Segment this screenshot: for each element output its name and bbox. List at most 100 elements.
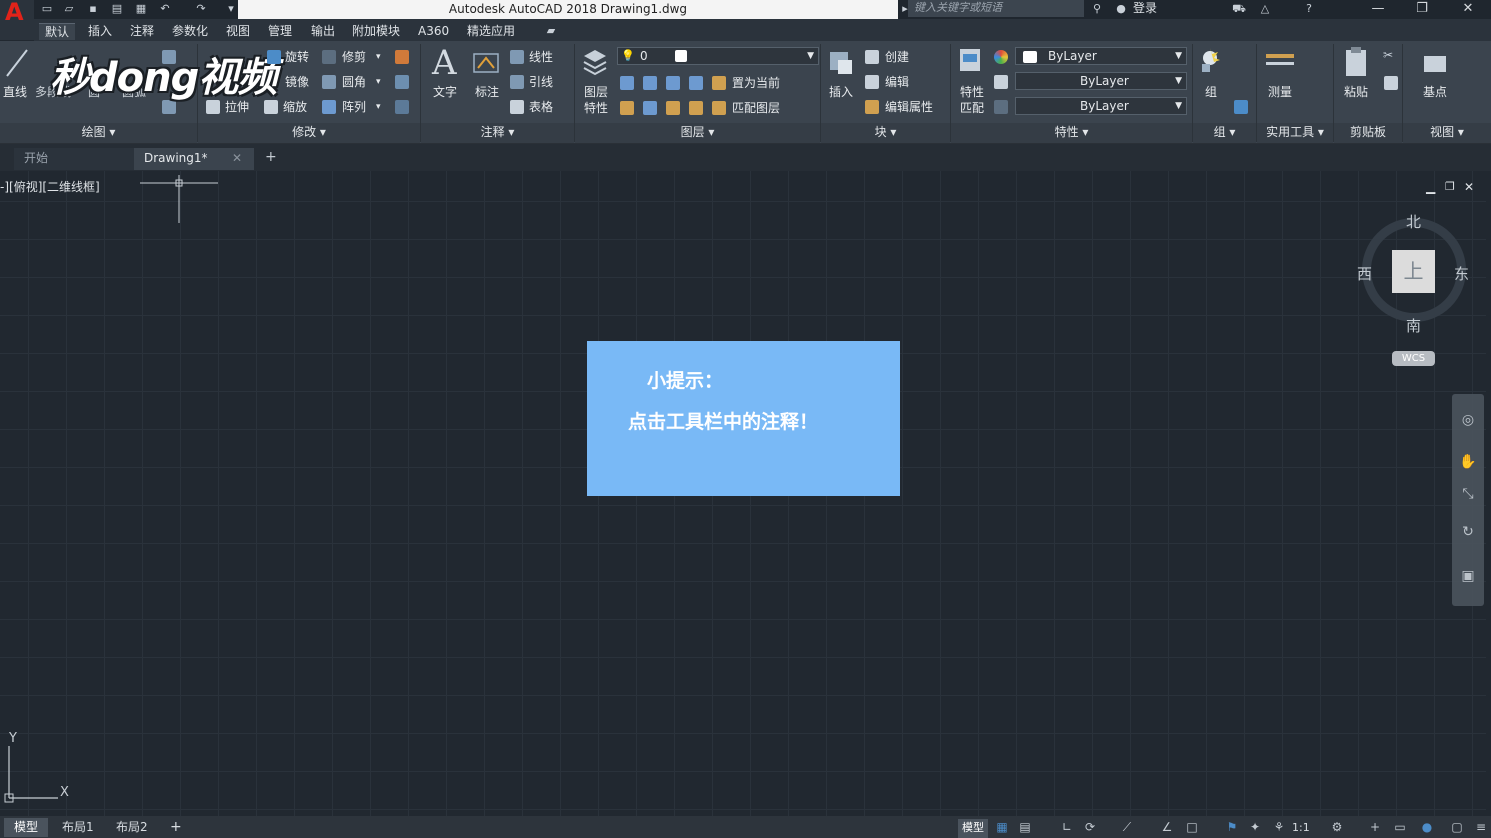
customize-qat-icon[interactable]: ▾	[224, 2, 238, 15]
layer-tool-icon[interactable]	[689, 76, 703, 90]
trim-icon[interactable]	[322, 50, 336, 64]
viewport-restore-icon[interactable]: ❐	[1445, 180, 1455, 194]
lineweight-icon[interactable]	[994, 75, 1008, 89]
compass-south[interactable]: 南	[1406, 315, 1421, 336]
isodraft-icon[interactable]: ⟋	[1120, 820, 1134, 834]
lineweight-dropdown[interactable]: ByLayer ▼	[1015, 97, 1187, 115]
zoom-extents-icon[interactable]: ⤡	[1459, 486, 1477, 504]
search-input[interactable]: 键入关键字或短语	[908, 0, 1084, 17]
insert-label[interactable]: 插入	[829, 85, 853, 99]
text-label[interactable]: 文字	[433, 85, 457, 99]
tab-view[interactable]: 视图	[226, 23, 250, 39]
group-label[interactable]: 组	[1205, 85, 1217, 99]
tab-insert[interactable]: 插入	[88, 23, 112, 39]
auto-scale-icon[interactable]: ✦	[1248, 820, 1262, 834]
copy-clip-icon[interactable]	[1384, 76, 1398, 90]
group-icon[interactable]	[1198, 46, 1228, 78]
group-select-icon[interactable]	[1234, 100, 1248, 114]
dimension-label[interactable]: 标注	[475, 85, 499, 99]
layer-properties-icon[interactable]	[580, 46, 610, 78]
paste-label[interactable]: 粘贴	[1344, 85, 1368, 99]
compass-east[interactable]: 东	[1454, 263, 1469, 284]
leader-icon[interactable]	[510, 75, 524, 89]
array-label[interactable]: 阵列	[342, 100, 366, 114]
maximize-button[interactable]: ❐	[1400, 0, 1444, 19]
match-properties-label-line2[interactable]: 匹配	[960, 101, 984, 115]
tab-model[interactable]: 模型	[4, 818, 49, 837]
snap-icon[interactable]: ▤	[1018, 820, 1032, 834]
panel-footer-annotation[interactable]: 注释 ▾	[421, 123, 574, 143]
fullscreen-icon[interactable]: ▢	[1450, 820, 1464, 834]
linetype-dropdown[interactable]: ByLayer ▼	[1015, 72, 1187, 90]
viewport-close-icon[interactable]: ✕	[1464, 180, 1474, 194]
wcs-menu[interactable]: WCS	[1392, 351, 1435, 366]
save-as-icon[interactable]: ▤	[110, 2, 124, 15]
linear-dim-icon[interactable]	[510, 50, 524, 64]
line-tool-icon[interactable]	[4, 46, 30, 80]
tab-layout1[interactable]: 布局1	[52, 818, 104, 837]
add-layout-icon[interactable]: +	[160, 818, 192, 837]
offset-icon[interactable]	[395, 100, 409, 114]
close-tab-icon[interactable]: ✕	[232, 151, 242, 165]
stretch-label[interactable]: 拉伸	[225, 100, 249, 114]
base-view-icon[interactable]	[1422, 50, 1450, 76]
save-icon[interactable]: ▪	[86, 2, 100, 15]
video-icon[interactable]: ▰	[544, 24, 558, 37]
customization-menu-icon[interactable]: ≡	[1474, 820, 1488, 834]
layer-tool-icon[interactable]	[689, 101, 703, 115]
panel-footer-groups[interactable]: 组 ▾	[1193, 123, 1256, 143]
create-label[interactable]: 创建	[885, 50, 909, 64]
table-label[interactable]: 表格	[529, 100, 553, 114]
annotation-scale-value[interactable]: 1:1	[1290, 819, 1312, 838]
panel-footer-view[interactable]: 视图 ▾	[1403, 123, 1491, 143]
layer-tool-icon[interactable]	[666, 101, 680, 115]
scale-label[interactable]: 缩放	[283, 100, 307, 114]
match-layer-icon[interactable]	[712, 101, 726, 115]
panel-footer-utilities[interactable]: 实用工具 ▾	[1257, 123, 1333, 143]
layer-properties-label-line1[interactable]: 图层	[584, 85, 608, 99]
viewport-minimize-icon[interactable]: ▁	[1426, 180, 1435, 194]
scale-icon[interactable]	[264, 100, 278, 114]
edit-block-icon[interactable]	[865, 75, 879, 89]
open-file-icon[interactable]: ▱	[62, 2, 76, 15]
array-icon[interactable]	[322, 100, 336, 114]
object-snap-tracking-icon[interactable]: ∠	[1160, 820, 1174, 834]
layer-tool-icon[interactable]	[643, 76, 657, 90]
annotation-monitor-icon[interactable]: +	[1368, 820, 1382, 834]
match-layer-label[interactable]: 匹配图层	[732, 101, 780, 115]
tab-addins[interactable]: 附加模块	[352, 23, 400, 39]
cart-icon[interactable]: ⛟	[1232, 2, 1246, 15]
rotate-icon[interactable]	[267, 50, 281, 64]
create-block-icon[interactable]	[865, 50, 879, 64]
close-button[interactable]: ✕	[1446, 0, 1490, 19]
cut-icon[interactable]: ✂	[1383, 48, 1393, 62]
fillet-icon[interactable]	[322, 75, 336, 89]
panel-footer-layers[interactable]: 图层 ▾	[575, 123, 820, 143]
edit-label[interactable]: 编辑	[885, 75, 909, 89]
panel-footer-clipboard[interactable]: 剪贴板	[1334, 123, 1402, 143]
exchange-icon[interactable]: △	[1258, 2, 1272, 15]
color-wheel-icon[interactable]	[994, 50, 1008, 64]
trim-label[interactable]: 修剪	[342, 50, 366, 64]
redo-icon[interactable]: ↷	[194, 2, 208, 15]
viewport-controls-label[interactable]: -][俯视][二维线框]	[0, 178, 100, 195]
compass-west[interactable]: 西	[1357, 263, 1372, 284]
binoculars-icon[interactable]: ⚲	[1090, 2, 1104, 15]
text-tool-icon[interactable]: A	[432, 44, 457, 82]
line-label[interactable]: 直线	[3, 85, 27, 99]
application-menu-button[interactable]: A	[0, 0, 34, 40]
panel-footer-properties[interactable]: 特性 ▾	[951, 123, 1192, 143]
workspace-gear-icon[interactable]: ⚙	[1330, 820, 1344, 834]
help-icon[interactable]: ?	[1302, 2, 1316, 15]
fillet-label[interactable]: 圆角	[342, 75, 366, 89]
layer-tool-icon[interactable]	[620, 101, 634, 115]
tab-default[interactable]: 默认	[39, 23, 76, 40]
new-file-icon[interactable]: ▭	[40, 2, 54, 15]
layer-dropdown[interactable]: 0 ▼	[617, 47, 819, 65]
measure-label[interactable]: 测量	[1268, 85, 1292, 99]
ortho-icon[interactable]: ∟	[1060, 820, 1074, 834]
plot-icon[interactable]: ▦	[134, 2, 148, 15]
base-view-label[interactable]: 基点	[1423, 85, 1447, 99]
layer-properties-label-line2[interactable]: 特性	[584, 101, 608, 115]
rotate-label[interactable]: 旋转	[285, 50, 309, 64]
